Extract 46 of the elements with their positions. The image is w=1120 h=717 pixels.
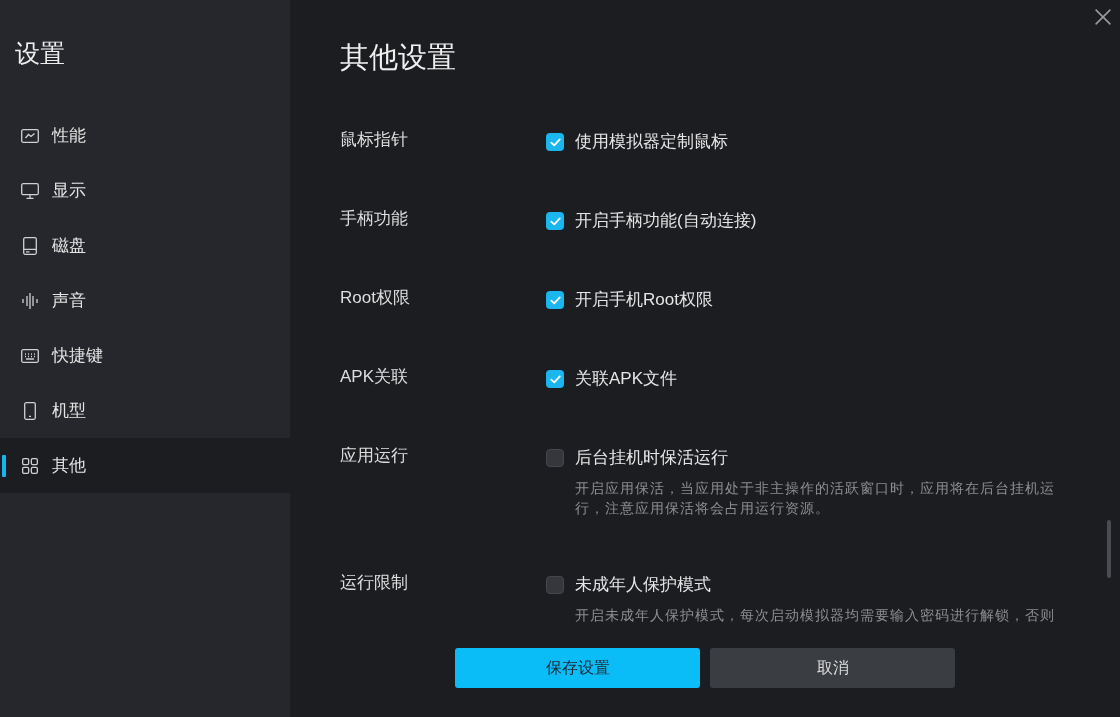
close-icon bbox=[1095, 9, 1111, 25]
phone-icon bbox=[24, 401, 36, 420]
cancel-button[interactable]: 取消 bbox=[710, 648, 955, 688]
scrollbar-thumb[interactable] bbox=[1107, 520, 1111, 578]
sound-wave-icon bbox=[22, 292, 38, 309]
checkmark-icon bbox=[549, 374, 561, 384]
sidebar-item[interactable]: 性能 bbox=[0, 108, 290, 163]
setting-label: 运行限制 bbox=[340, 572, 408, 594]
panel-title: 其他设置 bbox=[340, 40, 456, 75]
checkbox[interactable] bbox=[546, 133, 564, 151]
sidebar-title: 设置 bbox=[15, 38, 65, 69]
checkbox[interactable] bbox=[546, 449, 564, 467]
sidebar-item[interactable]: 声音 bbox=[0, 273, 290, 328]
setting-label: APK关联 bbox=[340, 366, 409, 388]
keyboard-icon bbox=[21, 348, 39, 363]
checkmark-icon bbox=[549, 295, 561, 305]
checkbox[interactable] bbox=[546, 291, 564, 309]
checkbox[interactable] bbox=[546, 370, 564, 388]
setting-description: 开启未成年人保护模式，每次启动模拟器均需要输入密码进行解锁，否则 bbox=[575, 606, 1056, 625]
option-label: 使用模拟器定制鼠标 bbox=[575, 131, 728, 153]
drive-icon bbox=[23, 236, 37, 255]
checkbox[interactable] bbox=[546, 576, 564, 594]
sidebar-item[interactable]: 机型 bbox=[0, 383, 290, 438]
setting-description: 开启应用保活，当应用处于非主操作的活跃窗口时，应用将在后台挂机运行，注意应用保活将会占用运行资源。 bbox=[575, 479, 1056, 518]
option-label: 未成年人保护模式 bbox=[575, 574, 711, 596]
setting-label: 手柄功能 bbox=[340, 208, 408, 230]
close-button[interactable] bbox=[1095, 9, 1111, 25]
monitor-icon bbox=[21, 182, 39, 199]
checkbox[interactable] bbox=[546, 212, 564, 230]
option-label: 后台挂机时保活运行 bbox=[575, 447, 728, 469]
setting-label: 鼠标指针 bbox=[340, 130, 408, 151]
option-label: 关联APK文件 bbox=[575, 368, 678, 390]
grid-icon bbox=[22, 457, 38, 474]
sidebar-item[interactable]: 磁盘 bbox=[0, 218, 290, 273]
checkmark-icon bbox=[549, 137, 561, 147]
option-label: 开启手机Root权限 bbox=[575, 289, 713, 311]
sidebar-item[interactable]: 其他 bbox=[0, 438, 290, 493]
sidebar-item[interactable]: 显示 bbox=[0, 163, 290, 218]
selection-indicator bbox=[2, 454, 6, 477]
save-button[interactable]: 保存设置 bbox=[455, 648, 700, 688]
chart-icon bbox=[21, 128, 39, 143]
setting-label: 应用运行 bbox=[340, 445, 408, 467]
setting-label: Root权限 bbox=[340, 287, 410, 309]
sidebar-item[interactable]: 快捷键 bbox=[0, 328, 290, 383]
checkmark-icon bbox=[549, 216, 561, 226]
option-label: 开启手柄功能(自动连接) bbox=[575, 210, 757, 232]
